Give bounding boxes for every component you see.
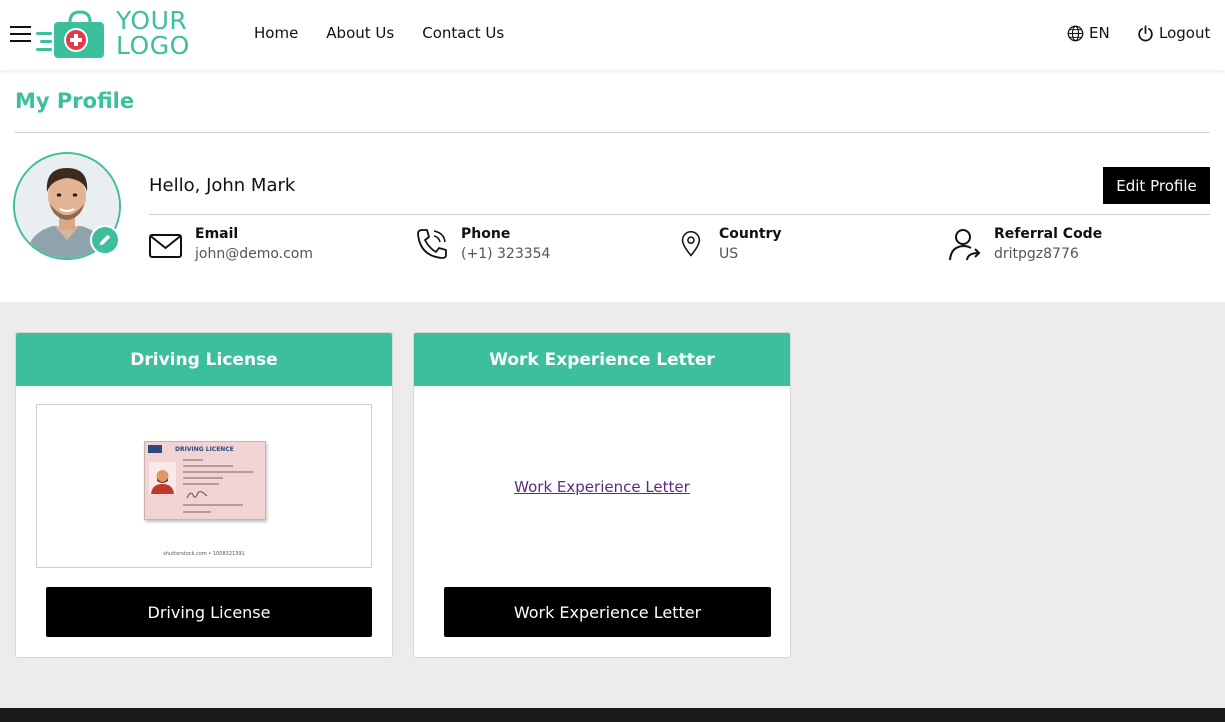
nav-about-us[interactable]: About Us (326, 24, 394, 42)
power-icon (1138, 24, 1153, 41)
top-header: YOUR LOGO Home About Us Contact Us EN Lo… (0, 0, 1225, 70)
phone-value: (+1) 323354 (461, 246, 551, 262)
globe-icon (1067, 25, 1084, 41)
info-divider (149, 214, 1210, 215)
driving-license-button[interactable]: Driving License (46, 587, 372, 637)
image-watermark: shutterstock.com • 1008321391 (163, 551, 245, 557)
referral-value: dritpgz8776 (994, 246, 1079, 262)
signature-icon (186, 491, 208, 499)
greeting: Hello, John Mark (149, 175, 296, 196)
license-card-image: DRIVING LICENCE (144, 441, 266, 520)
language-selector[interactable]: EN (1067, 24, 1110, 42)
country-info: Country US (681, 225, 782, 265)
work-experience-card: Work Experience Letter Work Experience L… (413, 332, 791, 658)
title-divider (15, 132, 1210, 133)
driving-license-card-title: Driving License (16, 333, 392, 386)
profile-section: My Profile Hello, John Mark Edit Profile (0, 70, 1225, 302)
phone-icon (417, 229, 447, 259)
license-card-heading: DRIVING LICENCE (175, 446, 234, 453)
edit-profile-button[interactable]: Edit Profile (1103, 167, 1210, 204)
avatar-edit-button[interactable] (90, 225, 120, 255)
location-pin-icon (681, 231, 701, 257)
hamburger-menu-icon[interactable] (10, 26, 31, 44)
work-experience-card-title: Work Experience Letter (414, 333, 790, 386)
language-label: EN (1089, 24, 1110, 42)
logout-label: Logout (1159, 24, 1211, 42)
person-photo-icon (151, 470, 174, 494)
logo-line-2: LOGO (116, 31, 190, 60)
logout-button[interactable]: Logout (1137, 24, 1210, 42)
flag-icon (148, 445, 162, 453)
main-nav: Home About Us Contact Us (254, 24, 504, 42)
work-experience-link[interactable]: Work Experience Letter (414, 478, 790, 496)
envelope-icon (149, 234, 182, 258)
phone-info: Phone (+1) 323354 (415, 225, 550, 265)
footer (0, 708, 1225, 722)
referral-info: Referral Code dritpgz8776 (948, 225, 1102, 265)
referral-label: Referral Code (994, 226, 1103, 242)
email-info: Email john@demo.com (149, 225, 313, 265)
email-value: john@demo.com (195, 246, 314, 262)
phone-label: Phone (461, 226, 511, 242)
nav-contact-us[interactable]: Contact Us (422, 24, 504, 42)
pencil-icon (99, 234, 111, 246)
driving-license-card: Driving License DRIVING LICENCE shutters… (15, 332, 393, 658)
driving-license-preview[interactable]: DRIVING LICENCE shutterstock.com • 10083… (36, 404, 372, 568)
work-experience-button[interactable]: Work Experience Letter (444, 587, 771, 637)
country-label: Country (719, 226, 782, 242)
country-value: US (719, 246, 739, 262)
license-photo (149, 462, 176, 494)
logo-line-1: YOUR (116, 6, 188, 35)
brand-logo[interactable]: YOUR LOGO (36, 8, 196, 62)
user-share-icon (949, 229, 981, 261)
nav-home[interactable]: Home (254, 24, 298, 42)
medical-bag-icon (36, 10, 104, 58)
page-title: My Profile (15, 89, 135, 113)
email-label: Email (195, 226, 239, 242)
